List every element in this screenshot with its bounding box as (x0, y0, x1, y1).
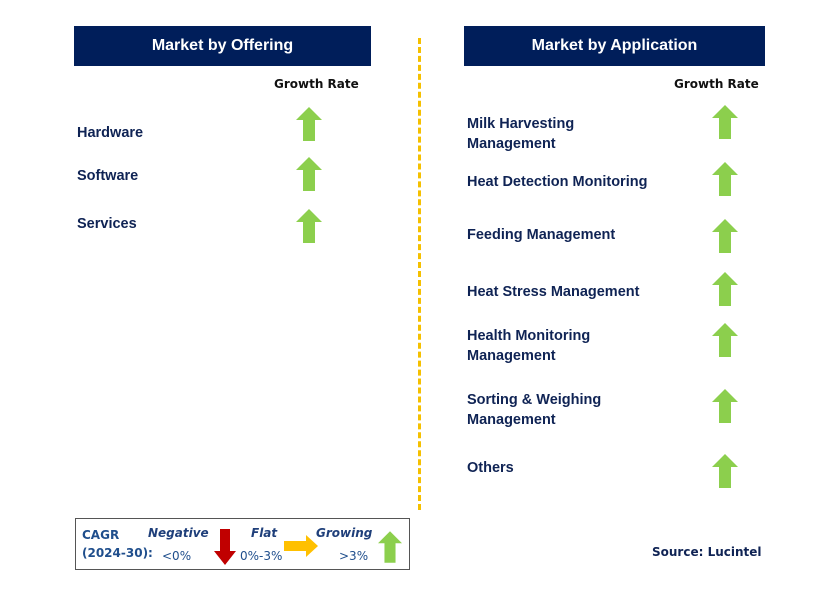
legend-growing-label: Growing (316, 526, 373, 540)
offering-header: Market by Offering (74, 26, 371, 66)
application-item: Milk Harvesting Management (467, 114, 574, 154)
label-line: Management (467, 412, 556, 428)
growth-up-arrow-icon (712, 389, 738, 423)
application-item: Feeding Management (467, 227, 616, 243)
legend-growing-range: >3% (339, 549, 369, 563)
negative-down-arrow-icon (214, 529, 236, 565)
offering-growth-rate-header: Growth Rate (274, 77, 359, 91)
growing-up-arrow-icon (378, 531, 402, 563)
growth-up-arrow-icon (296, 157, 322, 191)
growth-up-arrow-icon (712, 162, 738, 196)
source-note: Source: Lucintel (652, 545, 762, 559)
offering-item-hardware: Hardware (77, 125, 144, 141)
growth-up-arrow-icon (296, 209, 322, 243)
legend-negative-range: <0% (162, 549, 192, 563)
application-item: Sorting & Weighing Management (467, 390, 601, 430)
growth-up-arrow-icon (296, 107, 322, 141)
application-item: Others (467, 460, 514, 476)
legend-cagr-label: CAGR (82, 528, 120, 542)
growth-up-arrow-icon (712, 105, 738, 139)
offering-item-services: Services (77, 216, 137, 232)
application-header: Market by Application (464, 26, 765, 66)
legend-negative-label: Negative (148, 526, 209, 540)
legend-flat-label: Flat (251, 526, 278, 540)
legend-flat-range: 0%-3% (240, 549, 283, 563)
offering-item-software: Software (77, 168, 139, 184)
cagr-legend: CAGR (2024-30): Negative <0% Flat 0%-3% … (75, 518, 410, 570)
application-growth-rate-header: Growth Rate (674, 77, 759, 91)
growth-up-arrow-icon (712, 454, 738, 488)
application-item: Heat Detection Monitoring (467, 174, 648, 190)
growth-up-arrow-icon (712, 219, 738, 253)
growth-up-arrow-icon (712, 272, 738, 306)
legend-cagr-period: (2024-30): (82, 546, 153, 560)
label-line: Sorting & Weighing (467, 392, 602, 408)
panel-divider (418, 38, 421, 510)
label-line: Management (467, 348, 556, 364)
application-item: Heat Stress Management (467, 284, 640, 300)
label-line: Milk Harvesting (467, 116, 575, 132)
growth-up-arrow-icon (712, 323, 738, 357)
flat-right-arrow-icon (284, 535, 318, 557)
label-line: Health Monitoring (467, 328, 591, 344)
application-item: Health Monitoring Management (467, 326, 590, 366)
label-line: Management (467, 136, 556, 152)
